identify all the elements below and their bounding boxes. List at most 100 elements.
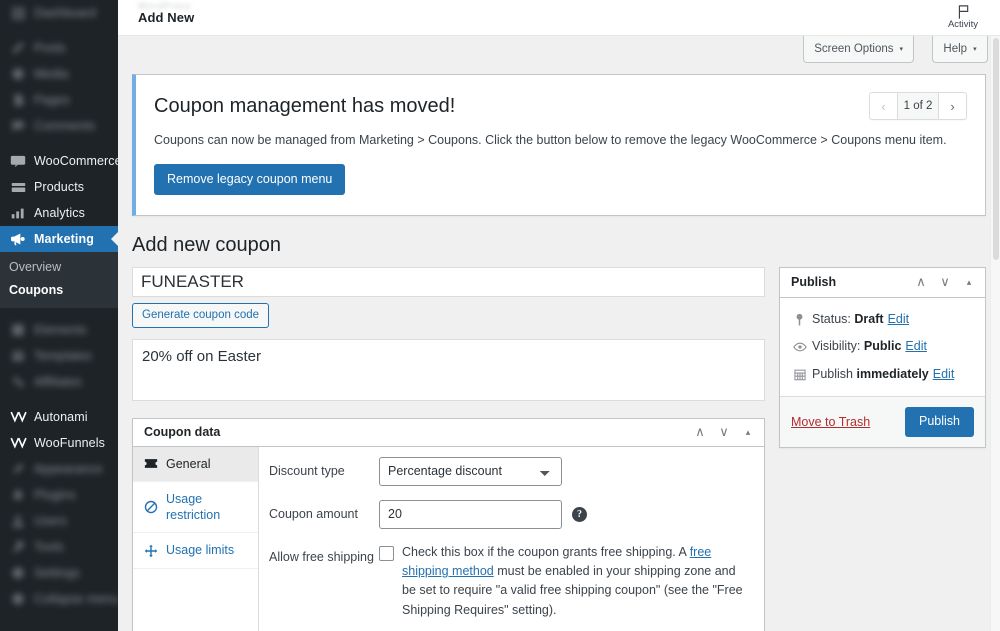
coupon-amount-input[interactable]	[379, 499, 562, 529]
free-shipping-text-1: Check this box if the coupon grants free…	[402, 544, 690, 559]
publish-panel-title: Publish	[791, 275, 837, 290]
sidebar-item-label: Collapse menu	[34, 592, 118, 606]
status-label: Status:	[812, 311, 851, 326]
move-down-button[interactable]: ∨	[712, 420, 736, 444]
coupon-amount-help-icon[interactable]: ?	[572, 506, 587, 522]
sidebar-item-appearance[interactable]: Appearance	[0, 456, 118, 482]
pagination-prev-button[interactable]: ‹	[870, 93, 897, 119]
move-down-button[interactable]: ∨	[933, 270, 957, 294]
coupon-data-panel: Coupon data ∧ ∨ ▴ General Usage restrict…	[132, 417, 765, 631]
templates-icon	[9, 347, 27, 365]
coupon-code-input[interactable]	[132, 266, 765, 297]
sidebar-item-users[interactable]: Users	[0, 508, 118, 534]
sidebar-item-media[interactable]: Media	[0, 61, 118, 87]
move-up-button[interactable]: ∧	[688, 420, 712, 444]
move-to-trash-link[interactable]: Move to Trash	[791, 415, 870, 429]
sidebar-item-label: Posts	[34, 41, 66, 55]
discount-type-select[interactable]: Percentage discountFixed cart discountFi…	[379, 456, 562, 486]
sidebar-item-comments[interactable]: Comments	[0, 113, 118, 139]
sidebar-item-affiliates[interactable]: Affiliates	[0, 369, 118, 395]
screen-options-label: Screen Options	[814, 43, 894, 55]
sidebar-item-label: Tools	[34, 540, 64, 554]
move-up-button[interactable]: ∧	[909, 270, 933, 294]
sidebar-submenu-marketing: Overview Coupons	[0, 252, 118, 308]
blocked-icon	[143, 500, 159, 514]
sidebar-item-elements[interactable]: Elements	[0, 317, 118, 343]
sidebar-item-label: Media	[34, 67, 69, 81]
collapse-icon	[9, 590, 27, 608]
sidebar-item-woofunnels[interactable]: WooFunnels	[0, 430, 118, 456]
ticket-icon	[143, 458, 159, 469]
woofunnels-w-icon	[9, 434, 27, 452]
publish-button[interactable]: Publish	[905, 407, 974, 437]
topbar-ghost-text: WordPress	[138, 1, 192, 11]
elements-icon	[9, 321, 27, 339]
publish-schedule-row: Publish immediately Edit	[791, 361, 974, 389]
screen-meta-row: Screen Options ▾ Help ▾	[118, 36, 1000, 74]
sidebar-subitem-coupons[interactable]: Coupons	[0, 279, 118, 302]
sidebar-item-settings[interactable]: Settings	[0, 560, 118, 586]
coupon-data-tabs: General Usage restriction Usage limits	[133, 446, 259, 631]
help-button[interactable]: Help ▾	[932, 36, 988, 63]
generate-coupon-code-button[interactable]: Generate coupon code	[132, 302, 270, 328]
status-value: Draft	[854, 311, 884, 326]
products-icon	[9, 178, 27, 196]
allow-free-shipping-checkbox[interactable]	[379, 545, 394, 561]
sidebar-item-autonami[interactable]: Autonami	[0, 404, 118, 430]
visibility-value: Public	[863, 339, 902, 354]
plugins-icon	[9, 486, 27, 504]
eye-icon	[791, 342, 808, 352]
sidebar-item-label: Pages	[34, 93, 70, 107]
pin-icon	[791, 313, 808, 326]
tab-usage-limits[interactable]: Usage limits	[133, 533, 258, 569]
page-heading-addnew: Add New	[138, 10, 195, 25]
posts-icon	[9, 39, 27, 57]
sidebar-item-pages[interactable]: Pages	[0, 87, 118, 113]
sidebar-item-label: Settings	[34, 566, 80, 580]
activity-button[interactable]: Activity	[937, 1, 989, 30]
visibility-label: Visibility:	[812, 339, 861, 354]
settings-gear-icon	[9, 564, 27, 582]
vertical-scrollbar[interactable]	[990, 36, 1000, 631]
users-icon	[9, 512, 27, 530]
scrollbar-thumb[interactable]	[993, 38, 999, 260]
primary-column: Generate coupon code Coupon data ∧ ∨ ▴	[132, 266, 765, 631]
sidebar-item-label: Users	[34, 514, 68, 528]
sidebar-item-products[interactable]: Products	[0, 174, 118, 200]
chevron-down-icon: ▾	[899, 46, 903, 53]
pagination-next-button[interactable]: ›	[939, 93, 966, 119]
toggle-panel-button[interactable]: ▴	[957, 270, 981, 294]
tab-usage-restriction[interactable]: Usage restriction	[133, 482, 258, 534]
tools-icon	[9, 538, 27, 556]
sidebar-item-label: Elements	[34, 323, 87, 337]
allow-free-shipping-label: Allow free shipping	[269, 549, 374, 564]
notice-title: Coupon management has moved!	[154, 95, 456, 117]
main-content: WordPress Add New Activity Screen Option…	[118, 0, 1000, 631]
status-edit-link[interactable]: Edit	[888, 311, 910, 329]
sidebar-item-templates[interactable]: Templates	[0, 343, 118, 369]
sidebar-item-analytics[interactable]: Analytics	[0, 200, 118, 226]
toggle-panel-button[interactable]: ▴	[736, 420, 760, 444]
sidebar-item-collapse-menu[interactable]: Collapse menu	[0, 586, 118, 612]
sidebar-subitem-overview[interactable]: Overview	[0, 256, 118, 279]
tab-general[interactable]: General	[133, 446, 258, 482]
sidebar-item-woocommerce[interactable]: WooCommerce	[0, 148, 118, 174]
publish-status-row: Status: Draft Edit	[791, 306, 974, 334]
remove-legacy-coupon-menu-button[interactable]: Remove legacy coupon menu	[154, 163, 346, 195]
publish-label: Publish	[812, 366, 853, 381]
sidebar-item-label: WooFunnels	[34, 436, 105, 450]
sidebar-item-marketing[interactable]: Marketing	[0, 226, 118, 252]
coupon-description-textarea[interactable]	[132, 338, 765, 401]
sidebar-item-posts[interactable]: Posts	[0, 35, 118, 61]
sidebar-item-tools[interactable]: Tools	[0, 534, 118, 560]
sidebar-item-label: Comments	[34, 119, 96, 133]
visibility-edit-link[interactable]: Edit	[905, 338, 927, 356]
free-shipping-description: Check this box if the coupon grants free…	[402, 543, 750, 621]
help-label: Help	[943, 43, 968, 55]
marketing-megaphone-icon	[9, 230, 27, 248]
screen-options-button[interactable]: Screen Options ▾	[803, 36, 914, 63]
sidebar-item-plugins[interactable]: Plugins	[0, 482, 118, 508]
publish-edit-link[interactable]: Edit	[933, 366, 955, 384]
sidebar-item-dashboard[interactable]: Dashboard	[0, 0, 118, 26]
